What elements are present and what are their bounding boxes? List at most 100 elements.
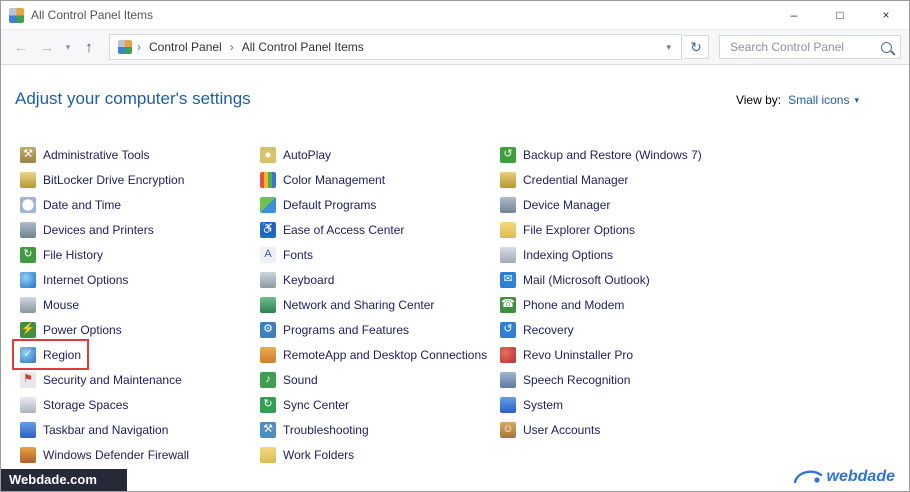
- watermark: Webdade.com: [1, 469, 127, 491]
- control-panel-item-label: Mail (Microsoft Outlook): [523, 272, 650, 287]
- view-by-dropdown[interactable]: Small icons ▾: [788, 93, 859, 107]
- control-panel-item[interactable]: Work Folders: [255, 442, 359, 467]
- control-panel-item[interactable]: Revo Uninstaller Pro: [495, 342, 638, 367]
- control-panel-item-label: Internet Options: [43, 272, 129, 287]
- control-panel-item[interactable]: Speech Recognition: [495, 367, 635, 392]
- back-icon[interactable]: ←: [9, 34, 33, 60]
- sound-icon: ♪: [260, 371, 276, 388]
- mail-icon: ✉: [500, 271, 516, 288]
- programs-features-icon: ⚙: [260, 321, 276, 338]
- ease-of-access-icon: ♿: [260, 221, 276, 238]
- control-panel-item-label: Recovery: [523, 322, 574, 337]
- security-maintenance-icon: ⚑: [20, 371, 36, 388]
- control-panel-item-label: System: [523, 397, 564, 412]
- control-panel-item[interactable]: Device Manager: [495, 192, 615, 217]
- credential-manager-icon: [500, 171, 516, 188]
- chevron-down-icon: ▾: [854, 94, 859, 105]
- control-panel-item[interactable]: ⚑ Security and Maintenance: [15, 367, 187, 392]
- control-panel-item[interactable]: Internet Options: [15, 267, 133, 292]
- control-panel-item[interactable]: ↺ Recovery: [495, 317, 579, 342]
- bitlocker-icon: [20, 171, 36, 188]
- control-panel-item-label: BitLocker Drive Encryption: [43, 172, 185, 187]
- window-title: All Control Panel Items: [31, 8, 154, 22]
- control-panel-item[interactable]: ⚒ Troubleshooting: [255, 417, 374, 442]
- control-panel-item[interactable]: Network and Sharing Center: [255, 292, 439, 317]
- control-panel-item-label: Sync Center: [283, 397, 350, 412]
- control-panel-item-label: Devices and Printers: [43, 222, 154, 237]
- sync-center-icon: ↻: [260, 396, 276, 413]
- control-panel-item-label: Programs and Features: [283, 322, 410, 337]
- control-panel-item[interactable]: ♿ Ease of Access Center: [255, 217, 409, 242]
- device-manager-icon: [500, 196, 516, 213]
- fonts-icon: A: [260, 246, 276, 263]
- close-button[interactable]: ×: [863, 1, 909, 29]
- control-panel-item[interactable]: System: [495, 392, 568, 417]
- forward-icon[interactable]: →: [35, 34, 59, 60]
- control-panel-icon: [9, 7, 24, 23]
- control-panel-item[interactable]: ✓ Region: [11, 339, 90, 370]
- recent-locations-icon[interactable]: ▾: [61, 34, 75, 60]
- control-panel-item-label: Storage Spaces: [43, 397, 129, 412]
- control-panel-item-label: Security and Maintenance: [43, 372, 182, 387]
- control-panel-item[interactable]: ⚡ Power Options: [15, 317, 127, 342]
- revo-uninstaller-icon: [500, 346, 516, 363]
- minimize-button[interactable]: –: [771, 1, 817, 29]
- up-icon[interactable]: ↑: [77, 34, 101, 60]
- control-panel-item[interactable]: Mouse: [15, 292, 84, 317]
- control-panel-item[interactable]: Indexing Options: [495, 242, 618, 267]
- address-dropdown-icon[interactable]: ▾: [658, 42, 679, 53]
- control-panel-icon: [118, 40, 132, 54]
- control-panel-item-label: Color Management: [283, 172, 386, 187]
- webdade-logo: webdade: [792, 467, 895, 487]
- control-panel-item[interactable]: Storage Spaces: [15, 392, 133, 417]
- control-panel-item[interactable]: Taskbar and Navigation: [15, 417, 173, 442]
- control-panel-item[interactable]: File Explorer Options: [495, 217, 640, 242]
- control-panel-item[interactable]: Date and Time: [15, 192, 126, 217]
- breadcrumb-all-control-panel-items[interactable]: All Control Panel Items: [235, 36, 371, 58]
- webdade-logo-icon: [793, 470, 822, 484]
- breadcrumb-control-panel[interactable]: Control Panel: [142, 36, 229, 58]
- control-panel-item[interactable]: ⚒ Administrative Tools: [15, 142, 155, 167]
- control-panel-item[interactable]: ↻ File History: [15, 242, 108, 267]
- control-panel-item[interactable]: A Fonts: [255, 242, 318, 267]
- control-panel-item-label: Troubleshooting: [283, 422, 369, 437]
- control-panel-item[interactable]: Windows Defender Firewall: [15, 442, 194, 467]
- address-bar[interactable]: › Control Panel › All Control Panel Item…: [109, 34, 682, 60]
- items-column-3: ↺ Backup and Restore (Windows 7) Credentia…: [495, 142, 909, 467]
- control-panel-item[interactable]: ↻ Sync Center: [255, 392, 354, 417]
- control-panel-item[interactable]: BitLocker Drive Encryption: [15, 167, 189, 192]
- default-programs-icon: [260, 196, 276, 213]
- control-panel-item[interactable]: ☎ Phone and Modem: [495, 292, 629, 317]
- control-panel-item[interactable]: RemoteApp and Desktop Connections: [255, 342, 492, 367]
- file-explorer-options-icon: [500, 221, 516, 238]
- control-panel-item-label: Windows Defender Firewall: [43, 447, 190, 462]
- maximize-button[interactable]: □: [817, 1, 863, 29]
- control-panel-item-label: Taskbar and Navigation: [43, 422, 169, 437]
- control-panel-item[interactable]: ⚙ Programs and Features: [255, 317, 414, 342]
- control-panel-item[interactable]: AutoPlay: [255, 142, 336, 167]
- region-icon: ✓: [20, 346, 36, 363]
- view-by-value: Small icons: [788, 93, 850, 107]
- control-panel-item-label: Speech Recognition: [523, 372, 631, 387]
- control-panel-item[interactable]: Keyboard: [255, 267, 339, 292]
- control-panel-item[interactable]: ♪ Sound: [255, 367, 323, 392]
- storage-spaces-icon: [20, 396, 36, 413]
- control-panel-item[interactable]: Credential Manager: [495, 167, 633, 192]
- control-panel-item[interactable]: ✉ Mail (Microsoft Outlook): [495, 267, 655, 292]
- control-panel-window: All Control Panel Items – □ × ← → ▾ ↑ › …: [0, 0, 910, 492]
- view-by-label: View by:: [735, 93, 782, 107]
- items-grid: ⚒ Administrative Tools BitLocker Drive Enc…: [1, 109, 909, 467]
- search-input[interactable]: [728, 39, 875, 55]
- control-panel-item-label: Date and Time: [43, 197, 122, 212]
- control-panel-item[interactable]: ↺ Backup and Restore (Windows 7): [495, 142, 707, 167]
- system-icon: [500, 396, 516, 413]
- control-panel-item[interactable]: Devices and Printers: [15, 217, 159, 242]
- refresh-icon[interactable]: ↻: [684, 35, 709, 59]
- speech-recognition-icon: [500, 371, 516, 388]
- control-panel-item[interactable]: Color Management: [255, 167, 390, 192]
- firewall-icon: [20, 446, 36, 463]
- control-panel-item[interactable]: ☺ User Accounts: [495, 417, 605, 442]
- search-icon[interactable]: [881, 41, 892, 53]
- network-sharing-icon: [260, 296, 276, 313]
- control-panel-item[interactable]: Default Programs: [255, 192, 381, 217]
